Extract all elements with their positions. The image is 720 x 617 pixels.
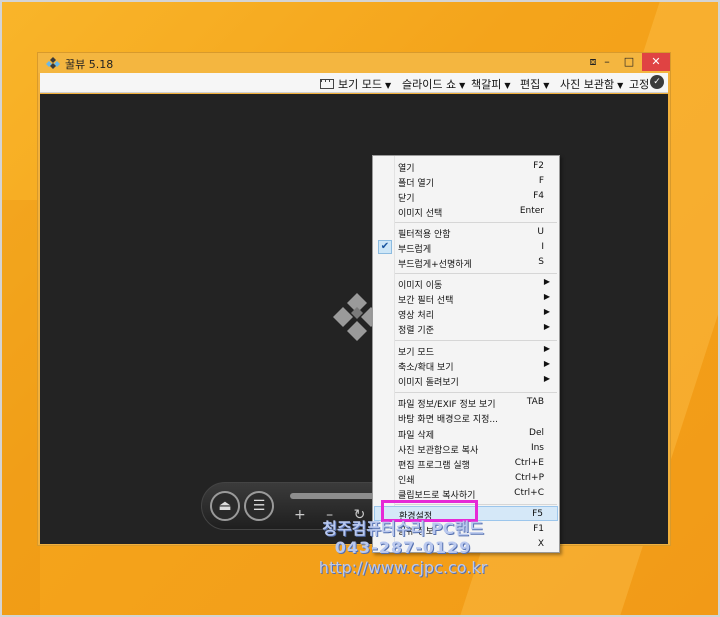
menu-separator <box>395 340 557 341</box>
menu-item-open-folder[interactable]: 폴더 열기 F <box>374 174 558 189</box>
menu-item-zoom[interactable]: 축소/확대 보기 ▶ <box>374 358 558 373</box>
menu-item-open[interactable]: 열기 F2 <box>374 159 558 174</box>
menu-item-smooth-sharpen[interactable]: 부드럽게+선명하게 S <box>374 255 558 270</box>
watermark-shop-name: 청주컴퓨터수리 PC랜드 <box>322 519 484 538</box>
menu-item-sort-by[interactable]: 정렬 기준 ▶ <box>374 321 558 336</box>
menu-item-rotate[interactable]: 이미지 돌려보기 ▶ <box>374 373 558 388</box>
menu-item-move-image[interactable]: 이미지 이동 ▶ <box>374 276 558 291</box>
menu-bookmark[interactable]: 책갈피 ▼ <box>471 76 511 92</box>
menu-bar: 보기 모드 ▼ 슬라이드 쇼 ▼ 책갈피 ▼ 편집 ▼ 사진 보관함 ▼ 고정 ✓ <box>40 73 668 93</box>
menu-separator <box>395 273 557 274</box>
close-button[interactable]: ✕ <box>642 53 670 71</box>
menu-item-print[interactable]: 인쇄 Ctrl+P <box>374 471 558 486</box>
chevron-down-icon: ▼ <box>384 81 392 90</box>
menu-view-mode[interactable]: 보기 모드 ▼ <box>320 76 391 92</box>
menu-item-select-image[interactable]: 이미지 선택 Enter <box>374 204 558 219</box>
app-logo-icon <box>46 57 60 69</box>
chevron-right-icon: ▶ <box>543 359 550 368</box>
context-menu: 열기 F2 폴더 열기 F 닫기 F4 이미지 선택 Enter 필터적용 안함 U ✔ 부… <box>372 155 560 553</box>
watermark-url: http://www.cjpc.co.kr <box>318 558 488 577</box>
menu-photo-archive[interactable]: 사진 보관함 ▼ <box>560 76 623 92</box>
view-mode-icon <box>320 79 334 89</box>
chevron-right-icon: ▶ <box>543 374 550 383</box>
menu-separator <box>395 222 557 223</box>
chevron-right-icon: ▶ <box>543 344 550 353</box>
menu-slideshow[interactable]: 슬라이드 쇼 ▼ <box>402 76 465 92</box>
checkmark-icon: ✔ <box>378 240 392 254</box>
menu-item-close[interactable]: 닫기 F4 <box>374 189 558 204</box>
maximize-button[interactable]: □ <box>616 53 642 71</box>
menu-item-copy-archive[interactable]: 사진 보관함으로 복사 Ins <box>374 441 558 456</box>
menu-item-set-wallpaper[interactable]: 바탕 화면 배경으로 지정... <box>374 410 558 425</box>
menu-item-file-info[interactable]: 파일 정보/EXIF 정보 보기 TAB <box>374 395 558 410</box>
menu-item-delete-file[interactable]: 파일 삭제 Del <box>374 426 558 441</box>
desktop-dark-shape <box>0 200 40 617</box>
list-icon[interactable]: ☰ <box>244 491 274 521</box>
menu-item-copy-clipboard[interactable]: 클립보드로 복사하기 Ctrl+C <box>374 486 558 501</box>
menu-item-interpolation[interactable]: 보간 필터 선택 ▶ <box>374 291 558 306</box>
menu-item-view-mode[interactable]: 보기 모드 ▶ <box>374 343 558 358</box>
image-viewer-area[interactable]: ⏏ ☰ + – ↻ ↺ <box>40 94 668 544</box>
menu-item-run-editor[interactable]: 편집 프로그램 실행 Ctrl+E <box>374 456 558 471</box>
menu-item-no-filter[interactable]: 필터적용 안함 U <box>374 225 558 240</box>
watermark-phone: 043-287-0129 <box>334 538 472 557</box>
chevron-down-icon: ▼ <box>617 81 624 90</box>
menu-item-image-processing[interactable]: 영상 처리 ▶ <box>374 306 558 321</box>
pin-check-icon[interactable]: ✓ <box>650 75 664 89</box>
title-bar[interactable]: 꿀뷰 5.18 ⧈ – □ ✕ <box>38 53 670 73</box>
eject-icon[interactable]: ⏏ <box>210 491 240 521</box>
chevron-down-icon: ▼ <box>543 81 550 90</box>
app-window: 꿀뷰 5.18 ⧈ – □ ✕ 보기 모드 ▼ 슬라이드 쇼 ▼ 책갈피 ▼ 편집 ▼ … <box>37 52 671 546</box>
chevron-right-icon: ▶ <box>543 292 550 301</box>
chevron-down-icon: ▼ <box>459 81 466 90</box>
chevron-right-icon: ▶ <box>543 277 550 286</box>
chevron-right-icon: ▶ <box>543 322 550 331</box>
menu-pin[interactable]: 고정 <box>629 76 649 92</box>
menu-edit[interactable]: 편집 ▼ <box>520 76 549 92</box>
window-title: 꿀뷰 5.18 <box>65 58 114 71</box>
chevron-down-icon: ▼ <box>504 81 511 90</box>
menu-item-smooth[interactable]: ✔ 부드럽게 I <box>374 240 558 255</box>
menu-separator <box>395 392 557 393</box>
chevron-right-icon: ▶ <box>543 307 550 316</box>
